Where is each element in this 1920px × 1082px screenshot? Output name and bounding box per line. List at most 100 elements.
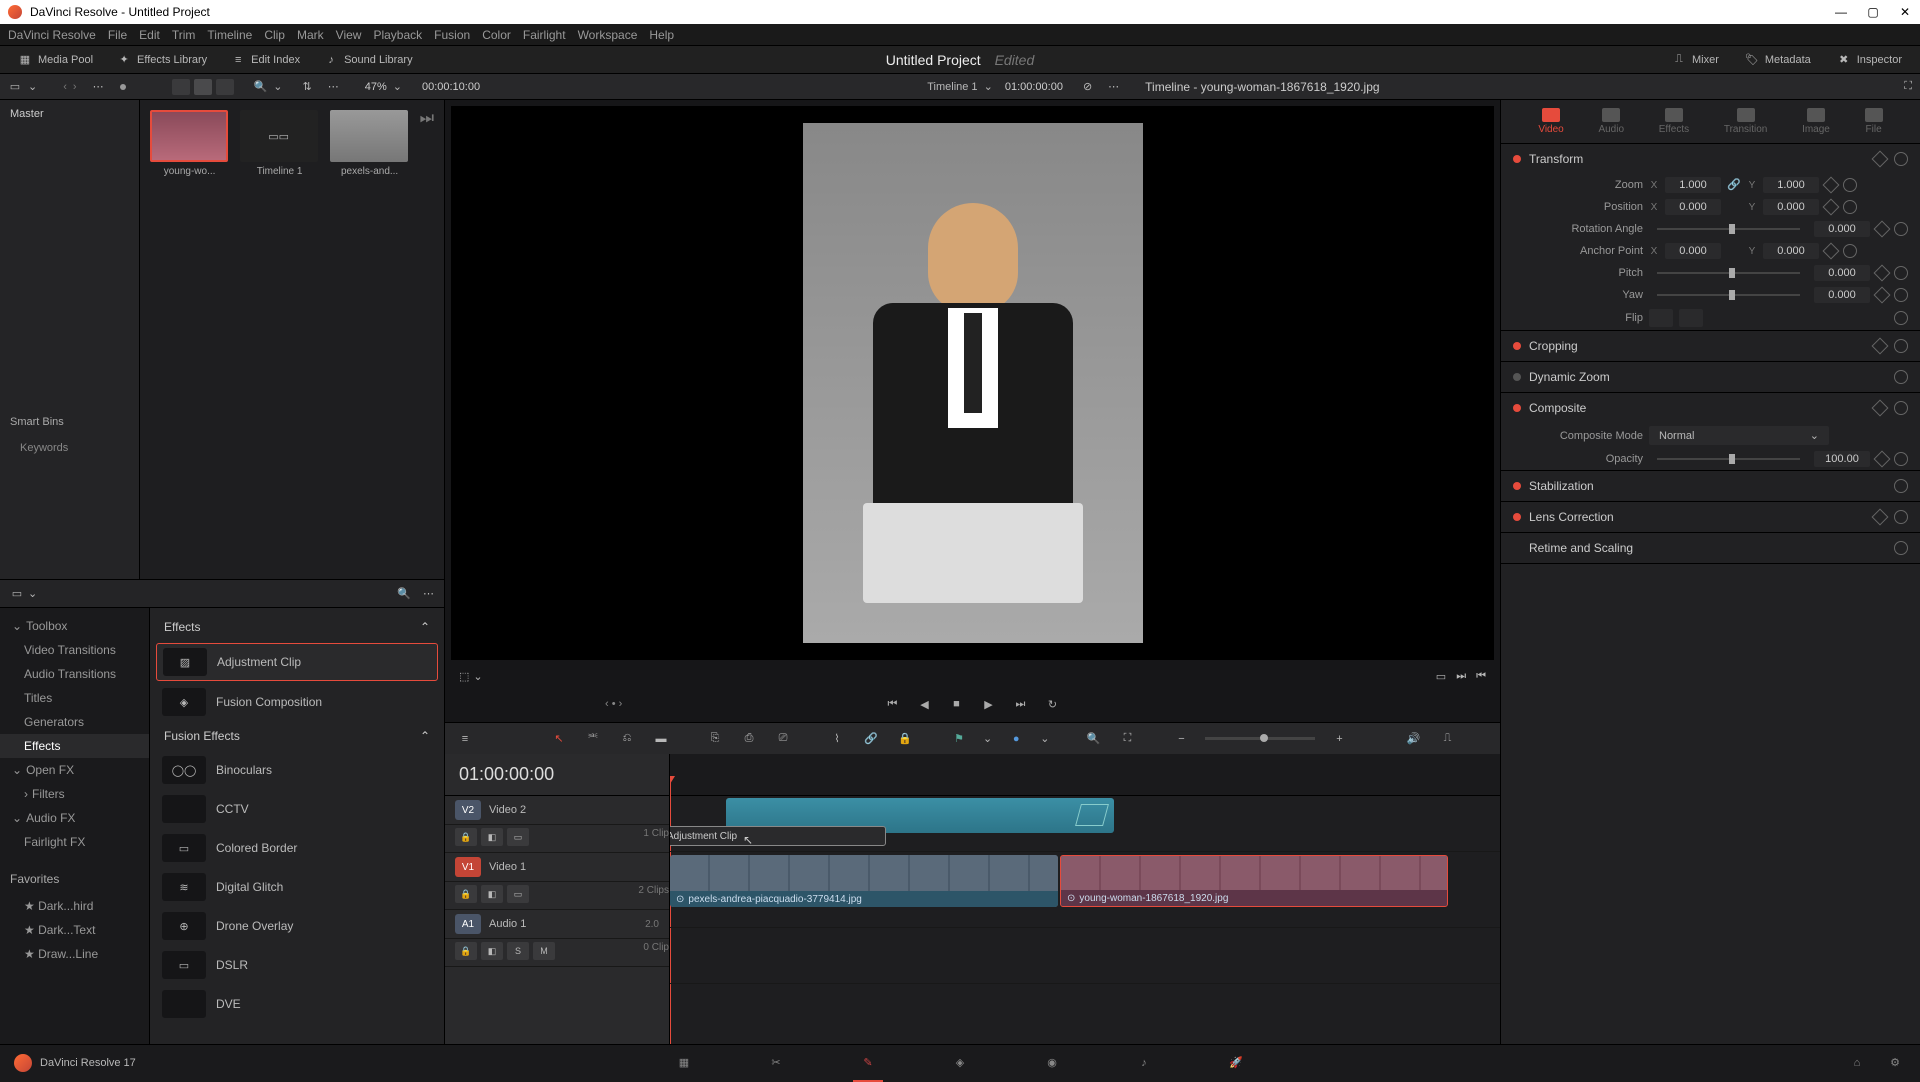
reset-icon[interactable]: [1843, 244, 1857, 258]
page-fairlight-icon[interactable]: ♪: [1133, 1052, 1155, 1074]
replace-icon[interactable]: ⎚: [773, 730, 793, 748]
track-badge-a1[interactable]: A1: [455, 914, 481, 934]
pos-x-input[interactable]: 0.000: [1665, 199, 1721, 215]
effect-binoculars[interactable]: ◯◯Binoculars: [156, 752, 438, 788]
opacity-slider[interactable]: [1657, 458, 1800, 460]
rotation-slider[interactable]: [1657, 228, 1800, 230]
menu-playback[interactable]: Playback: [373, 28, 422, 42]
menu-trim[interactable]: Trim: [172, 28, 196, 42]
effect-colored-border[interactable]: ▭Colored Border: [156, 830, 438, 866]
reset-icon[interactable]: [1894, 266, 1908, 280]
settings-icon[interactable]: ⚙: [1884, 1052, 1906, 1074]
effect-fusion-composition[interactable]: ◈ Fusion Composition: [156, 684, 438, 720]
tree-toolbox[interactable]: ⌄Toolbox: [0, 614, 149, 638]
media-thumb-timeline1[interactable]: ▭▭ Timeline 1: [240, 110, 320, 177]
menu-edit[interactable]: Edit: [139, 28, 160, 42]
track-lock-v2[interactable]: 🔒: [455, 828, 477, 846]
loop-button[interactable]: ↻: [1044, 695, 1062, 713]
inspector-tab-image[interactable]: Image: [1802, 108, 1830, 135]
stop-button[interactable]: ■: [948, 695, 966, 713]
track-lock-a1[interactable]: 🔒: [455, 942, 477, 960]
flag-icon[interactable]: ⚑: [949, 730, 969, 748]
inspector-section-stabilization[interactable]: Stabilization: [1501, 471, 1920, 501]
pitch-input[interactable]: 0.000: [1814, 265, 1870, 281]
inspector-tab-video[interactable]: Video: [1538, 108, 1563, 135]
enable-dot-icon[interactable]: [1513, 513, 1521, 521]
marker-icon[interactable]: ●: [1006, 730, 1026, 748]
inspector-section-lens-correction[interactable]: Lens Correction: [1501, 502, 1920, 532]
tree-generators[interactable]: Generators: [0, 710, 149, 734]
inspector-section-composite[interactable]: Composite: [1501, 393, 1920, 423]
reset-icon[interactable]: [1894, 370, 1908, 384]
timeline-name[interactable]: Timeline 1: [927, 81, 977, 93]
keyframe-icon[interactable]: [1874, 287, 1891, 304]
enable-dot-icon[interactable]: [1513, 404, 1521, 412]
reset-icon[interactable]: [1894, 339, 1908, 353]
effects-cat-effects[interactable]: Effects⌃: [156, 614, 438, 640]
reset-icon[interactable]: [1894, 401, 1908, 415]
keyframe-icon[interactable]: [1872, 509, 1889, 526]
track-v1[interactable]: ⊙pexels-andrea-piacquadio-3779414.jpg ⊙y…: [670, 852, 1500, 928]
keyframe-icon[interactable]: [1823, 199, 1840, 216]
chevron-down-icon[interactable]: ⌄: [473, 670, 482, 683]
inspector-tab-audio[interactable]: Audio: [1598, 108, 1624, 135]
chevron-down-icon[interactable]: ⌄: [393, 80, 402, 93]
page-media-icon[interactable]: ▦: [673, 1052, 695, 1074]
enable-dot-icon[interactable]: [1513, 155, 1521, 163]
favorite-3[interactable]: ★ Draw...Line: [0, 942, 149, 966]
edit-index-toggle[interactable]: ≡ Edit Index: [223, 50, 308, 70]
page-deliver-icon[interactable]: 🚀: [1225, 1052, 1247, 1074]
menu-fusion[interactable]: Fusion: [434, 28, 470, 42]
chevron-down-icon[interactable]: ⌄: [983, 732, 992, 745]
dynamic-trim-icon[interactable]: ⎌: [617, 730, 637, 748]
keyframe-icon[interactable]: [1874, 265, 1891, 282]
chevron-down-icon[interactable]: ⌄: [273, 80, 282, 93]
reset-icon[interactable]: [1894, 479, 1908, 493]
flip-v-button[interactable]: [1679, 309, 1703, 327]
track-auto-a1[interactable]: ◧: [481, 942, 503, 960]
sort-icon[interactable]: ⇅: [302, 80, 311, 93]
tree-openfx[interactable]: ⌄Open FX: [0, 758, 149, 782]
reset-icon[interactable]: [1894, 222, 1908, 236]
pitch-slider[interactable]: [1657, 272, 1800, 274]
tree-titles[interactable]: Titles: [0, 686, 149, 710]
rotation-input[interactable]: 0.000: [1814, 221, 1870, 237]
tree-video-transitions[interactable]: Video Transitions: [0, 638, 149, 662]
play-button[interactable]: ▶: [980, 695, 998, 713]
inspector-tab-transition[interactable]: Transition: [1724, 108, 1768, 135]
audio-icon[interactable]: 🔊: [1403, 730, 1423, 748]
customize-icon[interactable]: ⎍: [1437, 730, 1457, 748]
enable-dot-icon[interactable]: [1513, 482, 1521, 490]
inspector-section-cropping[interactable]: Cropping: [1501, 331, 1920, 361]
tree-filters[interactable]: ›Filters: [0, 782, 149, 806]
menu-timeline[interactable]: Timeline: [207, 28, 252, 42]
home-icon[interactable]: ⌂: [1846, 1052, 1868, 1074]
viewer-zoom[interactable]: 47%: [365, 81, 387, 93]
keyframe-icon[interactable]: [1823, 243, 1840, 260]
inspector-toggle[interactable]: ✖ Inspector: [1829, 50, 1910, 70]
zoom-slider[interactable]: [1205, 737, 1315, 740]
lock-icon[interactable]: 🔒: [895, 730, 915, 748]
zoom-y-input[interactable]: 1.000: [1763, 177, 1819, 193]
inspector-section-transform[interactable]: Transform: [1501, 144, 1920, 174]
tree-fairlightfx[interactable]: Fairlight FX: [0, 830, 149, 854]
prev-edit-icon[interactable]: ⏮: [1476, 670, 1486, 683]
keyframe-icon[interactable]: [1823, 177, 1840, 194]
trim-tool-icon[interactable]: ⎃: [583, 730, 603, 748]
bypass-icon[interactable]: ⊘: [1083, 80, 1092, 93]
effect-cctv[interactable]: CCTV: [156, 791, 438, 827]
menu-mark[interactable]: Mark: [297, 28, 324, 42]
clip-pexels[interactable]: ⊙pexels-andrea-piacquadio-3779414.jpg: [670, 855, 1058, 907]
next-edit-icon[interactable]: ⏭: [1456, 670, 1466, 683]
mixer-toggle[interactable]: ⎍ Mixer: [1664, 50, 1727, 70]
track-auto-v2[interactable]: ◧: [481, 828, 503, 846]
enable-dot-icon[interactable]: [1513, 342, 1521, 350]
clip-young-woman[interactable]: ⊙young-woman-1867618_1920.jpg: [1060, 855, 1448, 907]
zoom-fit-icon[interactable]: ⛶: [1117, 730, 1137, 748]
insert-icon[interactable]: ⎘: [705, 730, 725, 748]
inspector-tab-effects[interactable]: Effects: [1659, 108, 1689, 135]
track-disable-v2[interactable]: ▭: [507, 828, 529, 846]
page-edit-icon[interactable]: ✎: [857, 1052, 879, 1074]
effects-library-toggle[interactable]: ✦ Effects Library: [109, 50, 215, 70]
anchor-x-input[interactable]: 0.000: [1665, 243, 1721, 259]
